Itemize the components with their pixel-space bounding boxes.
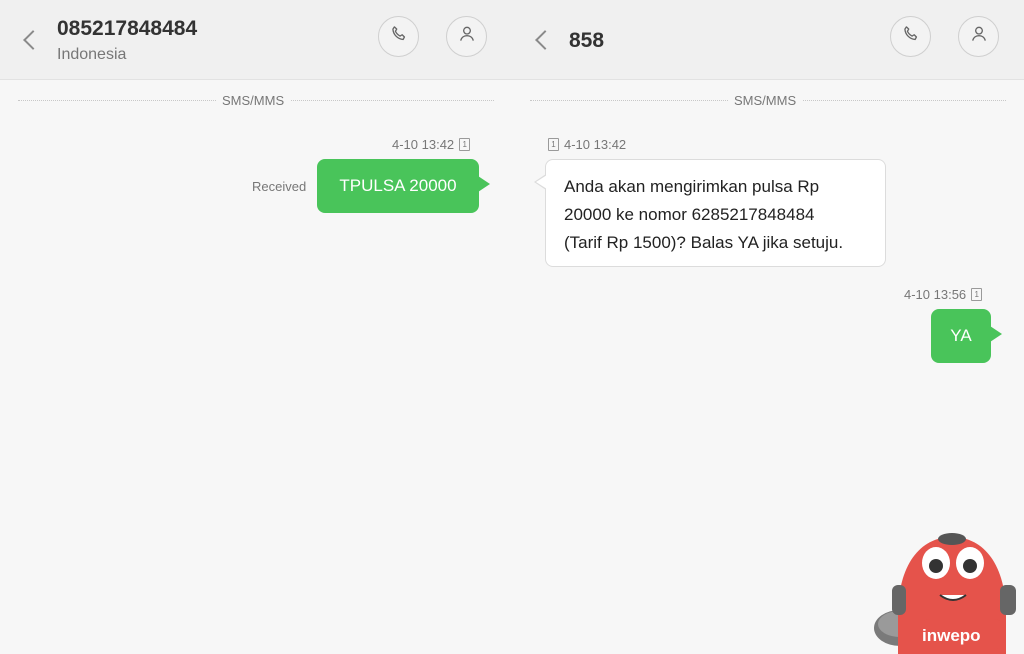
back-arrow-icon[interactable] bbox=[534, 28, 550, 52]
message-text: TPULSA 20000 bbox=[339, 176, 457, 195]
watermark-text: inwepo bbox=[922, 626, 981, 645]
call-button[interactable] bbox=[378, 16, 419, 57]
message-text-line: Anda akan mengirimkan pulsa Rp bbox=[564, 177, 820, 196]
incoming-message-bubble[interactable]: Anda akan mengirimkan pulsa Rp 20000 ke … bbox=[534, 159, 886, 267]
conversation-header: 085217848484 Indonesia bbox=[0, 0, 512, 80]
message-timestamp: 4-10 13:42 1 bbox=[392, 137, 471, 152]
contact-title: 085217848484 bbox=[57, 17, 198, 40]
message-text: YA bbox=[950, 326, 972, 345]
delivery-status: Received bbox=[252, 179, 307, 194]
message-type-label: SMS/MMS bbox=[216, 93, 291, 108]
sim-card-icon: 1 bbox=[971, 288, 983, 301]
message-type-label: SMS/MMS bbox=[728, 93, 803, 108]
message-text-line: (Tarif Rp 1500)? Balas YA jika setuju. bbox=[564, 233, 844, 252]
call-button[interactable] bbox=[890, 16, 931, 57]
person-icon bbox=[969, 24, 989, 49]
outgoing-message-bubble[interactable]: YA bbox=[931, 309, 1002, 363]
sim-card-icon: 1 bbox=[459, 138, 471, 151]
message-timestamp: 1 4-10 13:42 bbox=[548, 137, 626, 152]
sim-card-icon: 1 bbox=[548, 138, 559, 151]
phone-icon bbox=[389, 24, 409, 49]
message-text-line: 20000 ke nomor 6285217848484 bbox=[564, 205, 815, 224]
phone-icon bbox=[901, 24, 921, 49]
conversation-panel-left: 085217848484 Indonesia SMS/MMS 4-10 13:4… bbox=[0, 0, 512, 654]
contact-subtitle: Indonesia bbox=[57, 46, 127, 63]
contact-title: 858 bbox=[569, 29, 605, 52]
conversation-header: 858 bbox=[512, 0, 1024, 80]
outgoing-message-bubble[interactable]: TPULSA 20000 bbox=[317, 159, 490, 213]
contact-button[interactable] bbox=[446, 16, 487, 57]
message-timestamp: 4-10 13:56 1 bbox=[904, 287, 983, 302]
person-icon bbox=[457, 24, 477, 49]
back-arrow-icon[interactable] bbox=[22, 28, 38, 52]
contact-button[interactable] bbox=[958, 16, 999, 57]
